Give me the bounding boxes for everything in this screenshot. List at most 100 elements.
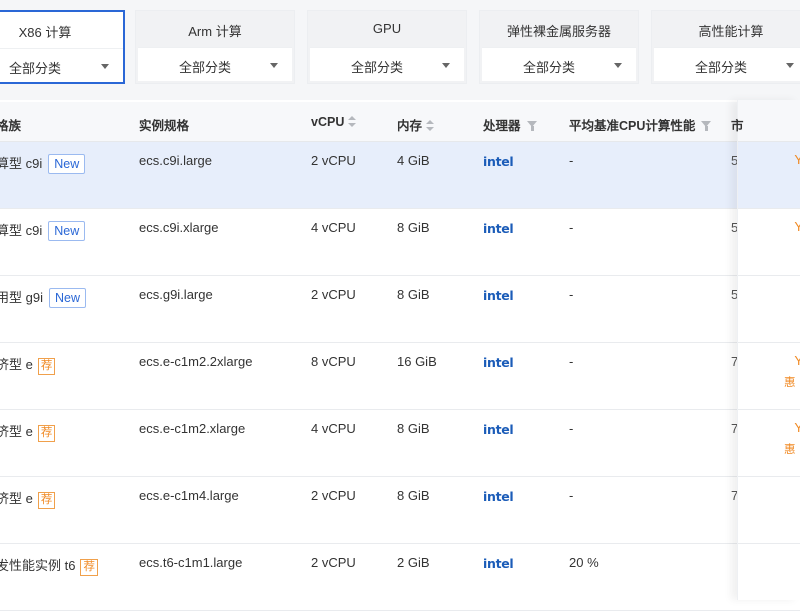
instance-family-label: 济型 e bbox=[0, 357, 33, 372]
chevron-down-icon bbox=[270, 63, 278, 68]
cpu-perf-value: - bbox=[569, 488, 574, 503]
vcpu-value: 2 vCPU bbox=[311, 488, 356, 503]
category-tab-title: Arm 计算 bbox=[188, 24, 242, 39]
category-tab-bar: X86 计算 全部分类 Arm 计算 全部分类 GPU 全部分类 弹性裸金属服务… bbox=[0, 0, 800, 100]
fixed-column-cell: Y惠 bbox=[738, 410, 800, 477]
cpu-perf-value: - bbox=[569, 421, 574, 436]
new-badge: New bbox=[48, 154, 86, 174]
cpu-perf-value: - bbox=[569, 354, 574, 369]
category-dropdown-hpc[interactable]: 全部分类 bbox=[654, 47, 800, 81]
chevron-down-icon bbox=[614, 63, 622, 68]
category-dropdown-bare-metal[interactable]: 全部分类 bbox=[482, 47, 636, 81]
intel-logo-icon: intel bbox=[483, 355, 514, 370]
fixed-column-cell: Y bbox=[738, 209, 800, 276]
vcpu-value: 2 vCPU bbox=[311, 287, 356, 302]
instance-family: 算型 c9i New bbox=[0, 153, 86, 174]
category-tab-title: 高性能计算 bbox=[698, 24, 764, 39]
column-header-label: 内存 bbox=[397, 119, 423, 133]
category-tab-hpc[interactable]: 高性能计算 全部分类 bbox=[651, 10, 800, 84]
memory-value: 2 GiB bbox=[397, 555, 430, 570]
recommend-badge: 荐 bbox=[37, 492, 56, 509]
column-header-label: 平均基准CPU计算性能 bbox=[569, 119, 696, 133]
table-row[interactable]: 济型 e 荐 ecs.e-c1m4.large 2 vCPU 8 GiB intel -7 bbox=[0, 477, 800, 544]
instance-family: 济型 e 荐 bbox=[0, 421, 56, 442]
table-row[interactable]: 算型 c9i New ecs.c9i.xlarge 4 vCPU 8 GiB intel -… bbox=[0, 209, 800, 276]
instance-spec: ecs.c9i.xlarge bbox=[139, 220, 219, 235]
column-header-label: 处理器 bbox=[483, 119, 521, 133]
column-header-price-cut: 市 bbox=[731, 119, 744, 133]
instance-family: 算型 c9i New bbox=[0, 220, 86, 241]
promo-mark: 惠 bbox=[784, 444, 796, 456]
instance-table: 格族 实例规格 vCPU 内存 处理器 平均基准CPU计算性能 算型 c9i Ne… bbox=[0, 102, 800, 611]
category-tab-arm[interactable]: Arm 计算 全部分类 bbox=[135, 10, 295, 84]
table-row[interactable]: 算型 c9i New ecs.c9i.large 2 vCPU 4 GiB intel -5 bbox=[0, 142, 800, 209]
sort-icon[interactable] bbox=[426, 120, 435, 132]
price-mark: Y bbox=[794, 420, 800, 435]
chevron-down-icon bbox=[786, 63, 794, 68]
new-badge: New bbox=[48, 288, 86, 308]
vcpu-value: 4 vCPU bbox=[311, 220, 356, 235]
instance-family: 济型 e 荐 bbox=[0, 354, 56, 375]
recommend-badge: 荐 bbox=[37, 358, 56, 375]
instance-family-label: 发性能实例 t6 bbox=[0, 558, 76, 573]
new-badge: New bbox=[48, 221, 86, 241]
column-header-processor[interactable]: 处理器 bbox=[483, 115, 538, 134]
category-tab-title: X86 计算 bbox=[18, 25, 72, 40]
category-dropdown-x86[interactable]: 全部分类 bbox=[0, 48, 123, 82]
category-dropdown-value: 全部分类 bbox=[694, 60, 747, 75]
memory-value: 8 GiB bbox=[397, 287, 430, 302]
category-tab-title: 弹性裸金属服务器 bbox=[506, 24, 611, 39]
instance-family-label: 用型 g9i bbox=[0, 290, 43, 305]
instance-family: 发性能实例 t6 荐 bbox=[0, 555, 98, 576]
category-dropdown-value: 全部分类 bbox=[350, 60, 403, 75]
instance-family: 用型 g9i New bbox=[0, 287, 86, 308]
intel-logo-icon: intel bbox=[483, 154, 514, 169]
fixed-column-cell bbox=[738, 276, 800, 343]
table-row[interactable]: 济型 e 荐 ecs.e-c1m2.2xlarge 8 vCPU 16 GiB intel… bbox=[0, 343, 800, 410]
column-header-family: 格族 bbox=[0, 119, 22, 133]
filter-icon[interactable] bbox=[526, 121, 538, 131]
cpu-perf-value: - bbox=[569, 287, 574, 302]
table-row[interactable]: 济型 e 荐 ecs.e-c1m2.xlarge 4 vCPU 8 GiB intel -7 bbox=[0, 410, 800, 477]
price-mark: Y bbox=[794, 152, 800, 167]
instance-spec: ecs.c9i.large bbox=[139, 153, 212, 168]
price-mark: Y bbox=[794, 353, 800, 368]
category-tab-x86[interactable]: X86 计算 全部分类 bbox=[0, 10, 125, 84]
table-header: 格族 实例规格 vCPU 内存 处理器 平均基准CPU计算性能 bbox=[0, 102, 800, 142]
vcpu-value: 8 vCPU bbox=[311, 354, 356, 369]
instance-spec: ecs.e-c1m2.2xlarge bbox=[139, 354, 253, 369]
intel-logo-icon: intel bbox=[483, 422, 514, 437]
category-dropdown-value: 全部分类 bbox=[178, 60, 231, 75]
category-dropdown-gpu[interactable]: 全部分类 bbox=[310, 47, 464, 81]
category-dropdown-arm[interactable]: 全部分类 bbox=[138, 47, 292, 81]
fixed-column-cell: Y bbox=[738, 142, 800, 209]
intel-logo-icon: intel bbox=[483, 489, 514, 504]
recommend-badge: 荐 bbox=[80, 559, 98, 576]
table-row[interactable]: 用型 g9i New ecs.g9i.large 2 vCPU 8 GiB intel -5 bbox=[0, 276, 800, 343]
column-header-perf[interactable]: 平均基准CPU计算性能 bbox=[569, 115, 712, 134]
vcpu-value: 4 vCPU bbox=[311, 421, 356, 436]
sort-icon[interactable] bbox=[348, 116, 357, 128]
intel-logo-icon: intel bbox=[483, 556, 514, 571]
memory-value: 4 GiB bbox=[397, 153, 430, 168]
category-tab-title: GPU bbox=[372, 21, 402, 36]
chevron-down-icon bbox=[101, 64, 109, 69]
instance-spec: ecs.e-c1m4.large bbox=[139, 488, 239, 503]
category-dropdown-value: 全部分类 bbox=[8, 61, 61, 76]
instance-spec: ecs.g9i.large bbox=[139, 287, 213, 302]
fixed-price-column: YYY惠Y惠 bbox=[737, 100, 800, 611]
column-header-vcpu[interactable]: vCPU bbox=[311, 115, 357, 129]
filter-icon[interactable] bbox=[701, 121, 712, 131]
instance-family-label: 济型 e bbox=[0, 491, 33, 506]
instance-family-label: 算型 c9i bbox=[0, 156, 43, 171]
category-tab-gpu[interactable]: GPU 全部分类 bbox=[307, 10, 467, 84]
column-header-memory[interactable]: 内存 bbox=[397, 115, 435, 134]
fixed-column-cell: Y惠 bbox=[738, 343, 800, 410]
memory-value: 16 GiB bbox=[397, 354, 437, 369]
recommend-badge: 荐 bbox=[37, 425, 56, 442]
category-dropdown-value: 全部分类 bbox=[522, 60, 575, 75]
table-row[interactable]: 发性能实例 t6 荐 ecs.t6-c1m1.large 2 vCPU 2 GiB int… bbox=[0, 544, 800, 611]
category-tab-bare-metal[interactable]: 弹性裸金属服务器 全部分类 bbox=[479, 10, 639, 84]
fixed-column-cell bbox=[738, 544, 800, 611]
cpu-perf-value: - bbox=[569, 153, 574, 168]
